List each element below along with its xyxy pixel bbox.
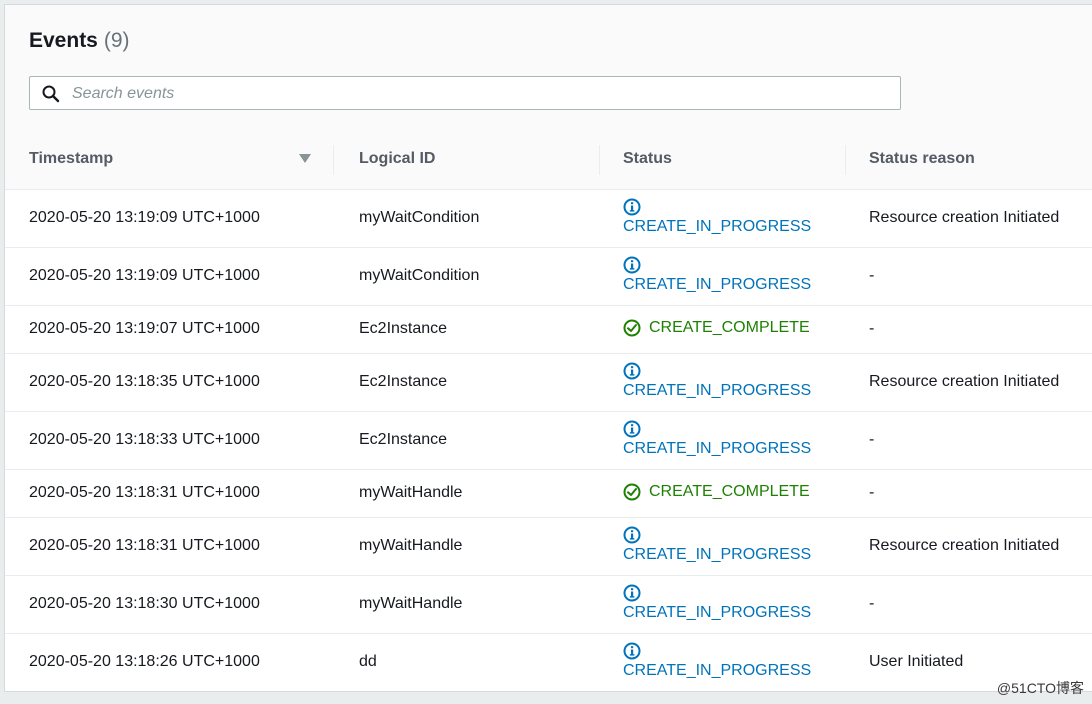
status-cell: CREATE_IN_PROGRESS: [623, 420, 811, 458]
timestamp-cell: 2020-05-20 13:18:35 UTC+1000: [29, 373, 260, 390]
search-box[interactable]: [29, 76, 901, 111]
status-cell: CREATE_IN_PROGRESS: [623, 256, 811, 294]
events-table-body: 2020-05-20 13:19:09 UTC+1000 myWaitCondit…: [5, 190, 1092, 691]
logical-id-cell: Ec2Instance: [359, 373, 448, 390]
status-cell: CREATE_IN_PROGRESS: [623, 362, 811, 400]
timestamp-cell: 2020-05-20 13:18:33 UTC+1000: [29, 431, 260, 448]
logical-id-cell: myWaitCondition: [359, 267, 480, 284]
timestamp-cell: 2020-05-20 13:19:09 UTC+1000: [29, 209, 260, 226]
search-input[interactable]: [70, 77, 894, 111]
status-label: CREATE_IN_PROGRESS: [623, 440, 812, 457]
table-row[interactable]: 2020-05-20 13:18:30 UTC+1000 myWaitHandle…: [5, 576, 1092, 634]
status-reason-cell: -: [869, 484, 875, 501]
status-cell: CREATE_COMPLETE: [623, 319, 810, 337]
check-circle-icon: [623, 319, 641, 337]
timestamp-cell: 2020-05-20 13:18:31 UTC+1000: [29, 484, 260, 501]
sort-descending-icon[interactable]: [299, 154, 311, 164]
column-header-status-reason[interactable]: Status reason: [869, 131, 975, 189]
logical-id-cell: dd: [359, 653, 377, 670]
info-icon: [623, 420, 641, 438]
status-reason-cell: Resource creation Initiated: [869, 537, 1060, 554]
column-header-logical-id[interactable]: Logical ID: [359, 131, 435, 189]
status-reason-cell: Resource creation Initiated: [869, 209, 1060, 226]
events-count: (9): [103, 29, 130, 52]
column-divider[interactable]: [845, 145, 846, 175]
column-divider[interactable]: [333, 145, 334, 175]
status-cell: CREATE_IN_PROGRESS: [623, 642, 811, 680]
status-label: CREATE_COMPLETE: [649, 319, 810, 336]
info-icon: [623, 584, 641, 602]
info-icon: [623, 526, 641, 544]
status-label: CREATE_IN_PROGRESS: [623, 218, 812, 235]
info-icon: [623, 198, 641, 216]
column-divider[interactable]: [599, 145, 600, 175]
table-row[interactable]: 2020-05-20 13:18:31 UTC+1000 myWaitHandle…: [5, 518, 1092, 576]
table-row[interactable]: 2020-05-20 13:19:09 UTC+1000 myWaitCondit…: [5, 190, 1092, 248]
search-icon: [42, 85, 60, 103]
info-icon: [623, 642, 641, 660]
status-label: CREATE_COMPLETE: [649, 483, 810, 500]
page-title: Events (9): [29, 29, 130, 53]
status-cell: CREATE_IN_PROGRESS: [623, 198, 811, 236]
timestamp-cell: 2020-05-20 13:18:30 UTC+1000: [29, 595, 260, 612]
status-reason-cell: User Initiated: [869, 653, 964, 670]
status-label: CREATE_IN_PROGRESS: [623, 662, 812, 679]
column-header-timestamp[interactable]: Timestamp: [29, 131, 113, 189]
table-row[interactable]: 2020-05-20 13:19:07 UTC+1000 Ec2Instance C…: [5, 306, 1092, 354]
status-reason-cell: -: [869, 320, 875, 337]
status-label: CREATE_IN_PROGRESS: [623, 546, 812, 563]
timestamp-cell: 2020-05-20 13:19:09 UTC+1000: [29, 267, 260, 284]
timestamp-cell: 2020-05-20 13:18:26 UTC+1000: [29, 653, 260, 670]
status-cell: CREATE_COMPLETE: [623, 483, 810, 501]
logical-id-cell: myWaitHandle: [359, 537, 463, 554]
events-header: Events (9): [5, 5, 1092, 132]
timestamp-cell: 2020-05-20 13:18:31 UTC+1000: [29, 537, 260, 554]
info-icon: [623, 256, 641, 274]
status-reason-cell: -: [869, 267, 875, 284]
status-label: CREATE_IN_PROGRESS: [623, 604, 812, 621]
table-row[interactable]: 2020-05-20 13:18:35 UTC+1000 Ec2Instance C…: [5, 354, 1092, 412]
status-cell: CREATE_IN_PROGRESS: [623, 526, 811, 564]
table-row[interactable]: 2020-05-20 13:18:31 UTC+1000 myWaitHandle…: [5, 470, 1092, 518]
timestamp-cell: 2020-05-20 13:19:07 UTC+1000: [29, 320, 260, 337]
status-reason-cell: Resource creation Initiated: [869, 373, 1060, 390]
status-label: CREATE_IN_PROGRESS: [623, 276, 812, 293]
logical-id-cell: Ec2Instance: [359, 431, 448, 448]
status-cell: CREATE_IN_PROGRESS: [623, 584, 811, 622]
info-icon: [623, 362, 641, 380]
title-text: Events: [29, 29, 98, 52]
logical-id-cell: myWaitHandle: [359, 595, 463, 612]
column-header-status[interactable]: Status: [623, 131, 672, 189]
logical-id-cell: myWaitHandle: [359, 484, 463, 501]
table-row[interactable]: 2020-05-20 13:19:09 UTC+1000 myWaitCondit…: [5, 248, 1092, 306]
table-header: Timestamp Logical ID Status Status reaso…: [5, 131, 1092, 190]
logical-id-cell: Ec2Instance: [359, 320, 448, 337]
events-panel: Events(9) Timestamp Logical ID Status St…: [4, 4, 1092, 692]
status-label: CREATE_IN_PROGRESS: [623, 382, 812, 399]
status-reason-cell: -: [869, 595, 875, 612]
check-circle-icon: [623, 483, 641, 501]
table-row[interactable]: 2020-05-20 13:18:33 UTC+1000 Ec2Instance C…: [5, 412, 1092, 470]
status-reason-cell: -: [869, 431, 875, 448]
table-row[interactable]: 2020-05-20 13:18:26 UTC+1000 dd CREATE_IN_…: [5, 634, 1092, 691]
watermark-text: @51CTO博客: [996, 680, 1084, 696]
logical-id-cell: myWaitCondition: [359, 209, 480, 226]
